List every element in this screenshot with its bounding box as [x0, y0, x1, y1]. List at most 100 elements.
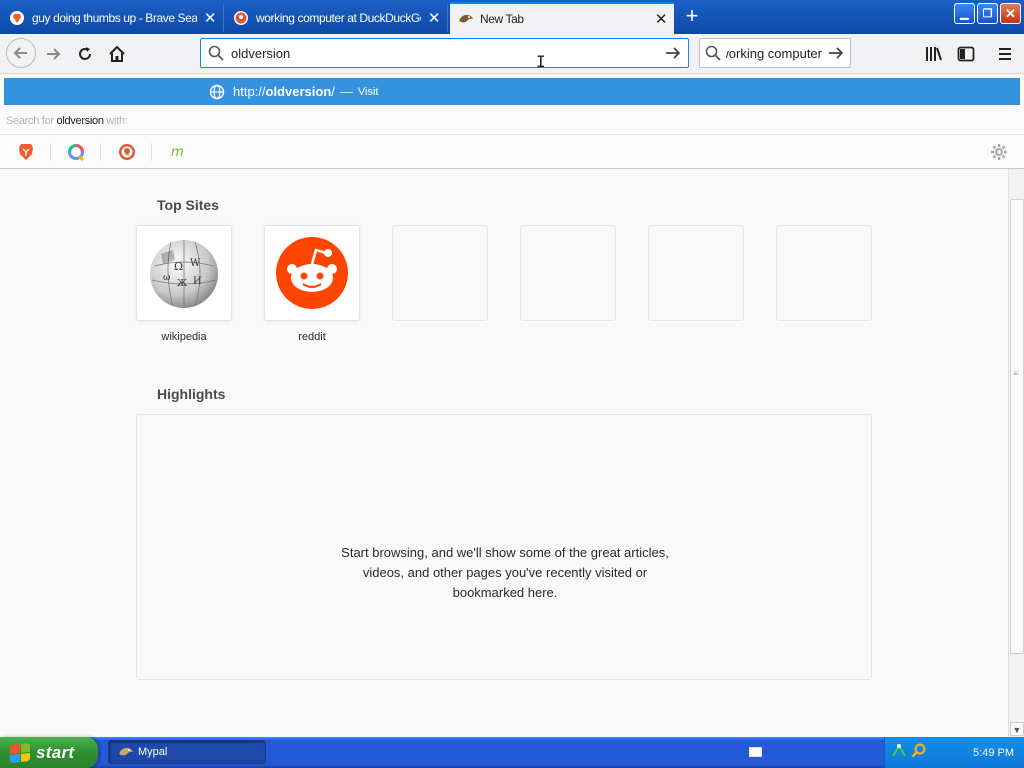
window-controls: ▁ ❐ ✕ [954, 3, 1021, 24]
url-autocomplete-popup: http://oldversion/ — Visit Search for ol… [0, 74, 1024, 169]
keyboard-icon[interactable] [749, 747, 762, 757]
text-cursor-icon: I [536, 52, 546, 71]
reload-icon [79, 47, 91, 60]
taskbar: start Mypal 5:49 PM [0, 737, 1024, 768]
svg-text:W: W [190, 258, 201, 269]
empty-tile [392, 225, 488, 321]
empty-tile [776, 225, 872, 321]
tab-new-tab[interactable]: New Tab ✕ [450, 2, 674, 34]
duckduckgo-icon [234, 10, 248, 25]
one-off-search-engines: m [0, 134, 1024, 168]
wikipedia-icon: Ω W Ж И ω [150, 240, 218, 308]
globe-icon [208, 83, 226, 101]
top-sites-heading: Top Sites [157, 197, 219, 213]
brave-search-engine-icon[interactable] [16, 142, 36, 162]
highlights-empty-state: Start browsing, and we'll show some of t… [136, 414, 872, 680]
reload-button[interactable] [71, 40, 99, 68]
search-for-label: Search for oldversion with: [6, 115, 128, 127]
start-button[interactable]: start [0, 737, 98, 768]
system-tray: 5:49 PM [749, 737, 1024, 768]
restore-icon[interactable]: ❐ [977, 3, 998, 24]
close-tab-icon[interactable]: ✕ [203, 9, 217, 27]
clock: 5:49 PM [973, 746, 1014, 759]
qwant-engine-icon[interactable] [66, 142, 86, 162]
close-window-icon[interactable]: ✕ [1000, 3, 1021, 24]
forward-button[interactable] [39, 40, 67, 68]
back-button[interactable] [6, 38, 36, 68]
search-icon [201, 45, 231, 61]
duckduckgo-engine-icon[interactable] [117, 142, 137, 162]
sidebar-icon [957, 46, 975, 62]
top-site-tile[interactable]: Ω W Ж И ω [136, 225, 232, 321]
taskbar-app-mypal[interactable]: Mypal [108, 740, 266, 764]
svg-text:ω: ω [163, 273, 170, 283]
mypal-icon [458, 12, 473, 26]
sidebar-button[interactable] [952, 40, 980, 68]
engine-separator [100, 143, 101, 161]
top-site-empty [648, 225, 744, 321]
brave-icon [10, 10, 24, 25]
tab-strip: guy doing thumbs up - Brave Search ✕ wor… [0, 0, 1024, 34]
highlights-message: Start browsing, and we'll show some of t… [341, 545, 669, 600]
mypal-icon [118, 745, 134, 759]
navigation-toolbar: oldversion working computer [0, 34, 1024, 74]
top-site-empty [392, 225, 488, 321]
home-button[interactable] [103, 40, 131, 68]
library-button[interactable] [920, 40, 948, 68]
autocomplete-suggestion[interactable]: http://oldversion/ — Visit [4, 78, 1020, 105]
hamburger-menu-icon [999, 48, 1011, 60]
forward-arrow-icon [47, 48, 61, 60]
suggestion-action: Visit [357, 85, 379, 98]
svg-text:Ж: Ж [177, 279, 187, 289]
scroll-down-arrow-icon[interactable]: ▼ [1010, 722, 1024, 736]
tab-brave-search[interactable]: guy doing thumbs up - Brave Search ✕ [2, 3, 224, 32]
close-tab-icon[interactable]: ✕ [654, 10, 668, 28]
back-arrow-icon [13, 47, 27, 59]
vertical-scrollbar[interactable]: ≡ ▼ [1008, 169, 1024, 737]
top-site-tile[interactable] [264, 225, 360, 321]
start-label: start [36, 742, 75, 762]
tab-title: New Tab [480, 12, 524, 26]
home-icon [109, 45, 125, 62]
empty-tile [520, 225, 616, 321]
search-input[interactable]: working computer [726, 46, 822, 61]
reddit-icon [276, 237, 348, 309]
top-site-wikipedia[interactable]: Ω W Ж И ω wikipedia [136, 225, 232, 343]
minimize-icon[interactable]: ▁ [954, 3, 975, 24]
top-site-label: reddit [298, 331, 326, 343]
url-bar[interactable]: oldversion [200, 38, 689, 68]
tab-title: working computer at DuckDuckGo [256, 10, 421, 25]
tab-title: guy doing thumbs up - Brave Search [32, 10, 197, 25]
search-settings-gear-icon[interactable] [990, 143, 1008, 166]
new-tab-button[interactable]: + [680, 5, 704, 29]
scrollbar-thumb[interactable] [1010, 199, 1024, 654]
scrollbar-grip-icon: ≡ [1013, 369, 1018, 378]
go-arrow-icon[interactable] [658, 45, 688, 61]
search-tray-icon[interactable] [911, 742, 927, 763]
top-site-label: wikipedia [161, 331, 207, 343]
empty-tile [648, 225, 744, 321]
url-input[interactable]: oldversion [231, 46, 658, 61]
top-site-reddit[interactable]: reddit [264, 225, 360, 343]
tab-duckduckgo[interactable]: working computer at DuckDuckGo ✕ [226, 3, 448, 32]
svg-text:И: И [193, 276, 202, 287]
new-tab-page: Top Sites Ω W Ж И ω wikipedia reddit Hig… [0, 169, 1008, 737]
menu-button[interactable] [991, 40, 1019, 68]
network-icon[interactable] [891, 742, 907, 763]
suggestion-separator: — [339, 84, 353, 99]
engine-separator [151, 143, 152, 161]
svg-text:m: m [171, 145, 184, 160]
top-site-empty [776, 225, 872, 321]
highlights-heading: Highlights [157, 386, 226, 402]
mojeek-engine-icon[interactable]: m [168, 142, 188, 162]
close-tab-icon[interactable]: ✕ [427, 9, 441, 27]
search-bar[interactable]: working computer [699, 38, 851, 68]
taskbar-app-label: Mypal [138, 746, 168, 758]
top-site-empty [520, 225, 616, 321]
search-go-arrow-icon[interactable] [822, 45, 850, 61]
library-icon [926, 47, 942, 61]
svg-text:Ω: Ω [174, 260, 183, 273]
windows-logo-icon [10, 742, 30, 763]
suggestion-url: http://oldversion/ [233, 84, 335, 99]
search-icon [700, 45, 726, 61]
